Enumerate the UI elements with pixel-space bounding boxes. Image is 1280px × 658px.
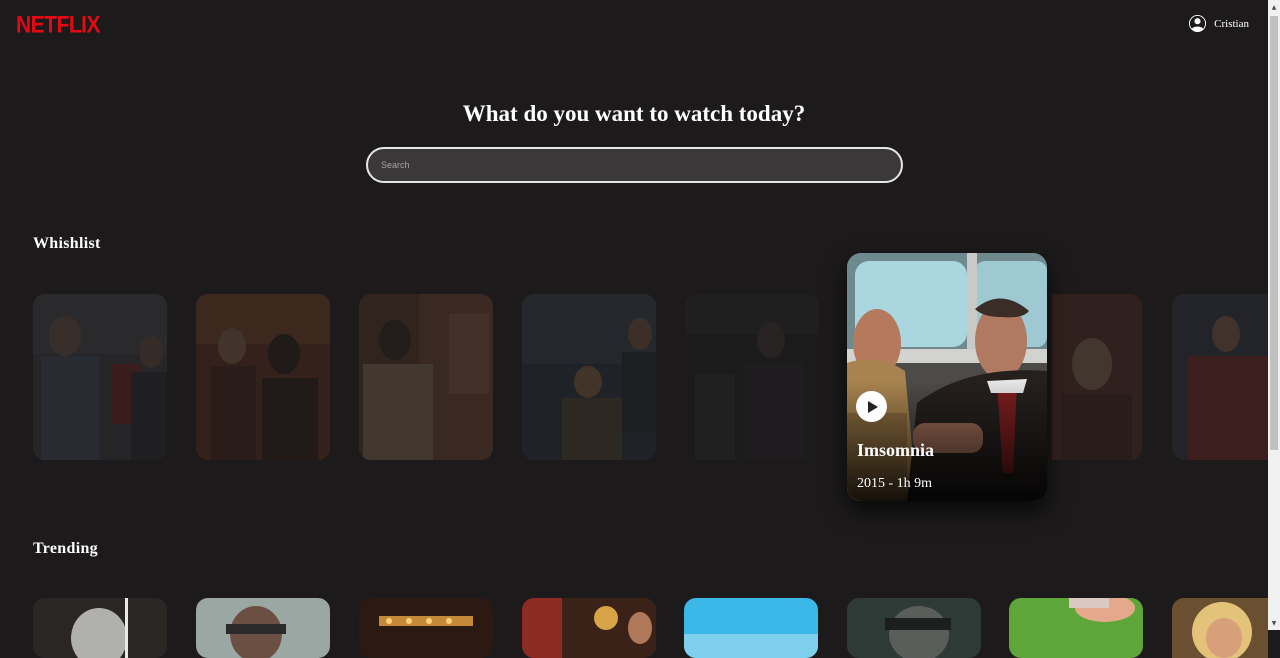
wishlist-poster-2[interactable] (196, 294, 330, 460)
user-name: Cristian (1214, 17, 1249, 30)
wishlist-title: Whishlist (33, 235, 101, 252)
search-bar[interactable] (366, 147, 903, 183)
wishlist-poster-4[interactable] (522, 294, 656, 460)
scroll-down-arrow-icon[interactable]: ▼ (1268, 616, 1280, 630)
search-input[interactable] (366, 147, 903, 183)
wishlist-poster-1[interactable] (33, 294, 167, 460)
featured-meta: 2015 - 1h 9m (857, 476, 933, 491)
trending-poster-1[interactable] (33, 598, 167, 658)
scroll-up-arrow-icon[interactable]: ▲ (1268, 0, 1280, 14)
wishlist-poster-5[interactable] (685, 294, 819, 460)
featured-movie-card[interactable]: Imsomnia 2015 - 1h 9m (847, 253, 1047, 501)
page-headline: What do you want to watch today? (462, 101, 806, 126)
trending-poster-2[interactable] (196, 598, 330, 658)
featured-title: Imsomnia (857, 440, 935, 460)
scrollbar-thumb[interactable] (1270, 16, 1278, 450)
trending-poster-6[interactable] (847, 598, 981, 658)
play-button[interactable] (856, 391, 887, 422)
vertical-scrollbar[interactable]: ▲ ▼ (1268, 0, 1280, 630)
netflix-logo[interactable]: NETFLIX (16, 12, 101, 40)
user-menu[interactable]: Cristian (1188, 14, 1249, 33)
trending-poster-5[interactable] (684, 598, 818, 658)
trending-poster-7[interactable] (1009, 598, 1143, 658)
wishlist-poster-3[interactable] (359, 294, 493, 460)
trending-poster-4[interactable] (522, 598, 656, 658)
trending-poster-8[interactable] (1172, 598, 1268, 658)
user-circle-icon (1189, 14, 1207, 33)
wishlist-poster-7[interactable] (1172, 294, 1268, 460)
play-icon (867, 400, 878, 413)
trending-poster-3[interactable] (359, 598, 493, 658)
wishlist-poster-6[interactable] (1052, 294, 1142, 460)
trending-title: Trending (33, 540, 98, 557)
